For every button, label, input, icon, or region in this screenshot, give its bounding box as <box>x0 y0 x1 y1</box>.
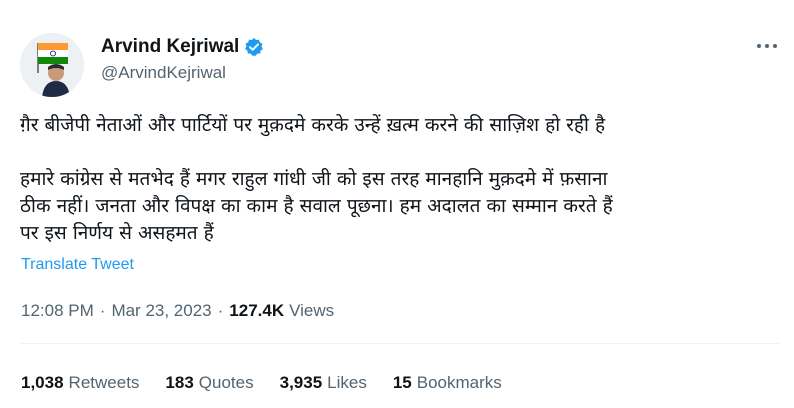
stat-count: 1,038 <box>21 373 64 392</box>
avatar[interactable] <box>20 33 84 97</box>
stat-label: Retweets <box>68 373 140 392</box>
tweet-card: Arvind Kejriwal @ArvindKejriwal ग़ैर बीज… <box>0 0 794 408</box>
avatar-image <box>20 33 84 97</box>
stat-label: Bookmarks <box>416 373 502 392</box>
divider <box>20 343 780 344</box>
stat-count: 3,935 <box>279 373 323 392</box>
translate-tweet-link[interactable]: Translate Tweet <box>21 256 134 274</box>
likes-stat[interactable]: 3,935 Likes <box>280 373 367 393</box>
author-block: Arvind Kejriwal @ArvindKejriwal <box>101 35 264 83</box>
verified-badge-icon <box>244 37 264 57</box>
retweets-stat[interactable]: 1,038 Retweets <box>21 373 139 393</box>
views-count: 127.4K <box>229 301 285 320</box>
meta-separator: · <box>217 301 224 320</box>
stat-count: 15 <box>392 373 412 392</box>
tweet-paragraph-1: ग़ैर बीजेपी नेताओं और पार्टियों पर मुक़द… <box>20 114 606 136</box>
quotes-stat[interactable]: 183 Quotes <box>165 373 253 393</box>
stat-label: Quotes <box>198 373 254 392</box>
engagement-stats: 1,038 Retweets 183 Quotes 3,935 Likes 15… <box>21 373 502 393</box>
stat-label: Likes <box>327 373 367 392</box>
tweet-meta: 12:08 PM · Mar 23, 2023 · 127.4K Views <box>21 301 334 321</box>
handle[interactable]: @ArvindKejriwal <box>101 63 264 83</box>
tweet-time[interactable]: 12:08 PM <box>21 301 94 321</box>
more-options-icon[interactable] <box>754 36 780 56</box>
bookmarks-stat[interactable]: 15 Bookmarks <box>393 373 502 393</box>
display-name[interactable]: Arvind Kejriwal <box>101 36 239 58</box>
stat-count: 183 <box>165 373 194 392</box>
meta-separator: · <box>99 301 106 320</box>
views-label: Views <box>289 301 335 320</box>
display-name-row: Arvind Kejriwal <box>101 35 264 59</box>
tweet-text: ग़ैर बीजेपी नेताओं और पार्टियों पर मुक़द… <box>20 112 765 247</box>
tweet-paragraph-2: हमारे कांग्रेस से मतभेद हैं मगर राहुल गा… <box>20 168 613 244</box>
tweet-date[interactable]: Mar 23, 2023 <box>111 301 211 321</box>
